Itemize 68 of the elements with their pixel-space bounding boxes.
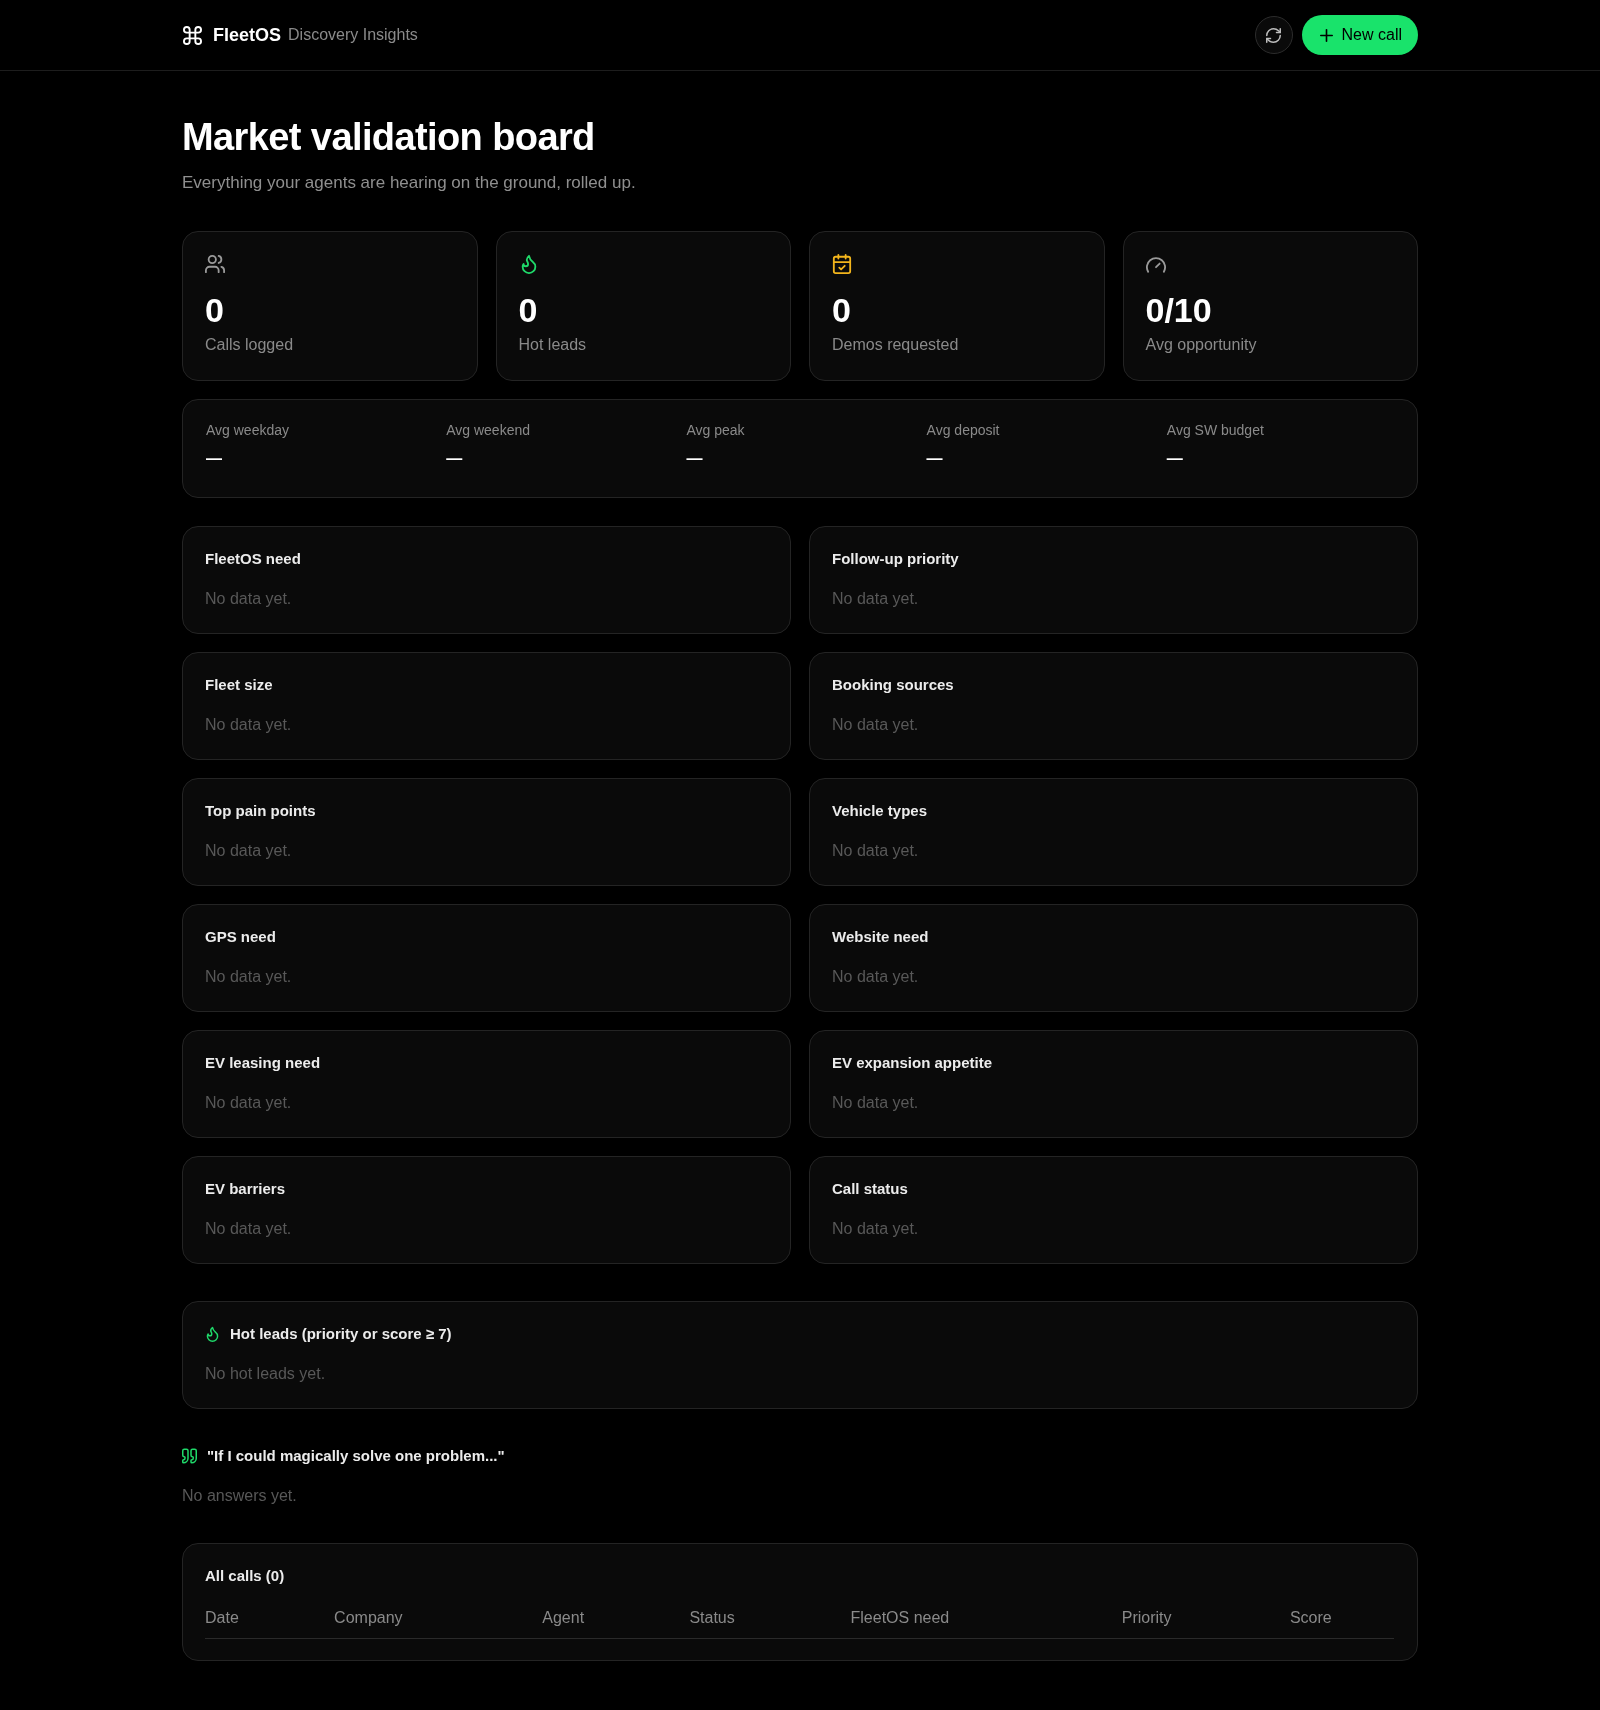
- panel-title: GPS need: [205, 927, 277, 947]
- empty-state-text: No data yet.: [205, 715, 293, 735]
- stat-label: Hot leads: [518, 335, 588, 355]
- empty-state-text: No data yet.: [205, 967, 293, 987]
- stat-value: 0: [518, 290, 539, 330]
- column-header: Date: [205, 1608, 240, 1628]
- page-title: Market validation board: [182, 115, 596, 160]
- page-subtitle: Everything your agents are hearing on the ground, rolled up.: [182, 172, 637, 194]
- brand-name[interactable]: FleetOS: [213, 24, 282, 46]
- panel-title: FleetOS need: [205, 549, 302, 569]
- average-value: —: [1166, 449, 1184, 469]
- empty-state-text: No data yet.: [832, 967, 920, 987]
- people-icon: [205, 254, 225, 274]
- stat-value: 0: [832, 290, 852, 330]
- average-label: Avg SW budget: [1166, 421, 1265, 439]
- stat-label: Demos requested: [832, 335, 960, 355]
- empty-state-text: No data yet.: [205, 841, 293, 861]
- section-name: Discovery Insights: [288, 26, 418, 44]
- empty-state-text: No data yet.: [832, 589, 920, 609]
- panel-title: Hot leads (priority or score ≥ 7): [230, 1324, 452, 1344]
- average-value: —: [446, 449, 464, 469]
- panel-title: EV barriers: [205, 1179, 287, 1199]
- command-icon: [183, 25, 202, 45]
- panel-title: Vehicle types: [832, 801, 929, 821]
- empty-state-text: No data yet.: [205, 1093, 293, 1113]
- average-label: Avg weekday: [206, 421, 290, 439]
- column-header: Priority: [1121, 1608, 1173, 1628]
- panel-title: EV leasing need: [205, 1053, 322, 1073]
- empty-state-text: No hot leads yet.: [205, 1364, 327, 1384]
- average-label: Avg deposit: [926, 421, 1001, 439]
- empty-state-text: No data yet.: [205, 1219, 293, 1239]
- average-value: —: [206, 449, 223, 469]
- column-header: Company: [334, 1608, 404, 1628]
- panel-title: Fleet size: [205, 675, 274, 695]
- average-label: Avg peak: [686, 421, 746, 439]
- column-header: Agent: [542, 1608, 586, 1628]
- average-value: —: [926, 449, 944, 469]
- stat-label: Avg opportunity: [1145, 335, 1258, 355]
- calendar-check-icon: [832, 254, 852, 274]
- column-header: FleetOS need: [850, 1608, 951, 1628]
- panel-title: Website need: [832, 927, 930, 947]
- panel-title: Call status: [832, 1179, 909, 1199]
- empty-state-text: No data yet.: [832, 841, 920, 861]
- new-call-button[interactable]: New call: [1301, 15, 1418, 55]
- average-value: —: [686, 449, 704, 469]
- empty-state-text: No answers yet.: [182, 1486, 298, 1506]
- stat-label: Calls logged: [205, 335, 295, 355]
- column-header: Score: [1289, 1608, 1333, 1628]
- refresh-icon: [1266, 27, 1282, 43]
- flame-icon: [205, 1326, 220, 1342]
- column-header: Status: [689, 1608, 736, 1628]
- quote-icon: [182, 1448, 197, 1464]
- empty-state-text: No data yet.: [832, 715, 920, 735]
- empty-state-text: No data yet.: [205, 589, 293, 609]
- plus-icon: [1319, 28, 1333, 42]
- panel-title: Booking sources: [832, 675, 955, 695]
- panel-title: EV expansion appetite: [832, 1053, 994, 1073]
- empty-state-text: No data yet.: [832, 1093, 920, 1113]
- table-title: All calls (0): [205, 1566, 286, 1586]
- section-title: "If I could magically solve one problem...": [207, 1446, 505, 1466]
- stat-value: 0: [205, 290, 225, 330]
- average-label: Avg weekend: [446, 421, 531, 439]
- panel-title: Top pain points: [205, 801, 317, 821]
- gauge-icon: [1145, 254, 1166, 274]
- empty-state-text: No data yet.: [832, 1219, 920, 1239]
- panel-title: Follow-up priority: [832, 549, 960, 569]
- stat-value: 0/10: [1145, 290, 1213, 330]
- refresh-button[interactable]: [1254, 16, 1293, 54]
